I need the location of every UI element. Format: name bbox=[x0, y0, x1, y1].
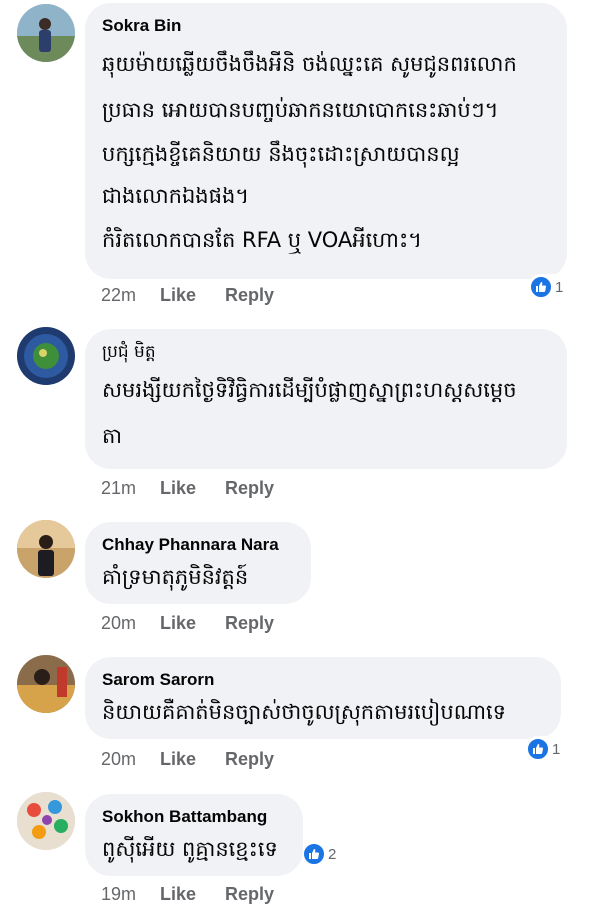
comment-text: គាំទ្រមាតុភូមិនិវត្តន៍ bbox=[102, 558, 293, 596]
comment-text-line: ឆុយម៉ាយឆ្លើយចឹងចឹងអីនិ ចង់ឈ្នះគេ សូមជូនព… bbox=[102, 52, 517, 76]
comment-text-line: ជាងលោកឯងផង។ bbox=[102, 184, 250, 208]
thumbs-up-icon bbox=[303, 843, 325, 865]
comment-text-line: ពូស៊ីអើយ ពូគ្មានខ្មេះទេ bbox=[102, 837, 278, 861]
avatar[interactable] bbox=[17, 520, 75, 578]
comment-thread: Sokra Bin ឆុយម៉ាយឆ្លើយចឹងចឹងអីនិ ចង់ឈ្នះ… bbox=[0, 0, 591, 920]
avatar-photo bbox=[17, 4, 75, 62]
reaction-count: 1 bbox=[552, 740, 561, 758]
comment-timestamp[interactable]: 20m bbox=[101, 613, 155, 634]
avatar-photo bbox=[17, 792, 75, 850]
reply-button[interactable]: Reply bbox=[225, 285, 274, 306]
comment-timestamp[interactable]: 21m bbox=[101, 478, 155, 499]
comment-author[interactable]: Chhay Phannara Nara bbox=[102, 534, 293, 556]
comment-bubble: ប្រជុំ មិត្ត សមរង្សីយកថ្ងៃទិវិធ្វិការដើម… bbox=[85, 329, 567, 469]
like-button[interactable]: Like bbox=[160, 478, 220, 499]
comment-author[interactable]: Sarom Sarorn bbox=[102, 669, 543, 691]
comment-text-line: និយាយគឺគាត់មិនច្បាស់ថាចូលស្រុកតាមរបៀបណាទ… bbox=[102, 700, 507, 724]
like-button[interactable]: Like bbox=[160, 285, 220, 306]
comment-text-line: សមរង្សីយកថ្ងៃទិវិធ្វិការដើម្បីបំផ្លាញស្ន… bbox=[102, 378, 517, 402]
avatar[interactable] bbox=[17, 655, 75, 713]
avatar-photo bbox=[17, 655, 75, 713]
comment-author[interactable]: Sokra Bin bbox=[102, 15, 549, 37]
reaction-badge[interactable]: 1 bbox=[528, 274, 568, 300]
reply-button[interactable]: Reply bbox=[225, 884, 274, 905]
avatar-photo bbox=[17, 520, 75, 578]
reply-button[interactable]: Reply bbox=[225, 749, 274, 770]
like-button[interactable]: Like bbox=[160, 749, 220, 770]
avatar[interactable] bbox=[17, 4, 75, 62]
comment-bubble: Sarom Sarorn និយាយគឺគាត់មិនច្បាស់ថាចូលស្… bbox=[85, 657, 561, 739]
avatar[interactable] bbox=[17, 327, 75, 385]
comment-actions: 21m Like Reply bbox=[101, 478, 274, 499]
comment-text: សមរង្សីយកថ្ងៃទិវិធ្វិការដើម្បីបំផ្លាញស្ន… bbox=[102, 371, 549, 455]
comment-text-line: កំរិតលោកបានតែ RFA ឬ VOAអីហោះ។ bbox=[102, 228, 423, 252]
like-button[interactable]: Like bbox=[160, 884, 220, 905]
comment-author[interactable]: ប្រជុំ មិត្ត bbox=[102, 341, 549, 363]
comment-actions: 20m Like Reply bbox=[101, 613, 274, 634]
comment-bubble: Sokra Bin ឆុយម៉ាយឆ្លើយចឹងចឹងអីនិ ចង់ឈ្នះ… bbox=[85, 3, 567, 279]
comment-bubble: Sokhon Battambang ពូស៊ីអើយ ពូគ្មានខ្មេះទ… bbox=[85, 794, 303, 876]
comment-actions: 19m Like Reply bbox=[101, 884, 274, 905]
comment-text-line: គាំទ្រមាតុភូមិនិវត្តន៍ bbox=[102, 565, 249, 589]
comment-text-line: តា bbox=[102, 424, 122, 448]
thumbs-up-icon bbox=[530, 276, 552, 298]
avatar[interactable] bbox=[17, 792, 75, 850]
comment-timestamp[interactable]: 20m bbox=[101, 749, 155, 770]
reaction-count: 1 bbox=[555, 278, 564, 296]
comment-actions: 20m Like Reply bbox=[101, 749, 274, 770]
comment-timestamp[interactable]: 19m bbox=[101, 884, 155, 905]
reaction-count: 2 bbox=[328, 845, 337, 863]
avatar-photo bbox=[17, 327, 75, 385]
thumbs-up-icon bbox=[527, 738, 549, 760]
comment-timestamp[interactable]: 22m bbox=[101, 285, 155, 306]
reaction-badge[interactable]: 2 bbox=[303, 841, 336, 867]
comment-bubble: Chhay Phannara Nara គាំទ្រមាតុភូមិនិវត្ត… bbox=[85, 522, 311, 604]
comment-text: ឆុយម៉ាយឆ្លើយចឹងចឹងអីនិ ចង់ឈ្នះគេ សូមជូនព… bbox=[102, 45, 549, 259]
comment-text-line: បក្សក្មេងខ្ចីគេនិយាយ នឹងចុះដោះស្រាយបានល្… bbox=[102, 142, 460, 166]
like-button[interactable]: Like bbox=[160, 613, 220, 634]
comment-actions: 22m Like Reply bbox=[101, 285, 274, 306]
comment-text: និយាយគឺគាត់មិនច្បាស់ថាចូលស្រុកតាមរបៀបណាទ… bbox=[102, 693, 543, 731]
comment-text: ពូស៊ីអើយ ពូគ្មានខ្មេះទេ bbox=[102, 830, 285, 868]
reaction-badge[interactable]: 1 bbox=[525, 736, 565, 762]
reply-button[interactable]: Reply bbox=[225, 478, 274, 499]
reply-button[interactable]: Reply bbox=[225, 613, 274, 634]
comment-author[interactable]: Sokhon Battambang bbox=[102, 806, 285, 828]
comment-text-line: ប្រធាន អោយបានបញ្ចប់ឆាកនយោបោកនេះឆាប់ៗ។ bbox=[102, 98, 499, 122]
